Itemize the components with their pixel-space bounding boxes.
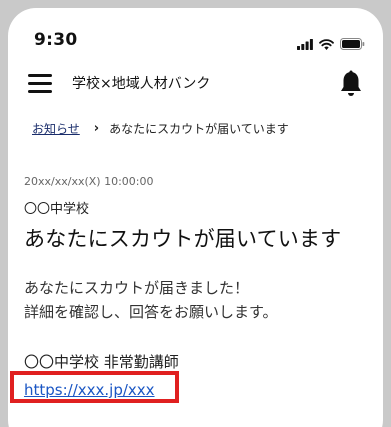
battery-icon bbox=[340, 38, 365, 50]
breadcrumb-separator: › bbox=[93, 121, 100, 136]
message-body-line: 詳細を確認し、回答をお願いします。 bbox=[24, 303, 278, 321]
breadcrumb-link-notices[interactable]: お知らせ bbox=[32, 120, 80, 138]
bell-icon[interactable] bbox=[339, 70, 363, 98]
device-frame: 9:30 学校×地域人材バンク お知らせ › あなたにスカウトが届いています 2… bbox=[0, 0, 391, 427]
phone-screen: 9:30 学校×地域人材バンク お知らせ › あなたにスカウトが届いています 2… bbox=[8, 8, 383, 427]
breadcrumb-current: あなたにスカウトが届いています bbox=[109, 122, 289, 136]
signal-icon bbox=[297, 38, 313, 50]
signature-name: 〇〇中学校 非常勤講師 bbox=[24, 353, 179, 371]
message-date: 20xx/xx/xx(X) 10:00:00 bbox=[24, 175, 154, 188]
wifi-icon bbox=[319, 38, 334, 50]
breadcrumb: お知らせ › あなたにスカウトが届いています bbox=[32, 120, 289, 138]
hamburger-menu-icon[interactable] bbox=[28, 74, 52, 93]
message-title: あなたにスカウトが届いています bbox=[24, 227, 342, 251]
message-body-line: あなたにスカウトが届きました！ bbox=[24, 279, 250, 297]
message-sender: 〇〇中学校 bbox=[24, 202, 90, 217]
message-body: あなたにスカウトが届きました！ 詳細を確認し、回答をお願いします。 bbox=[24, 276, 278, 324]
status-time: 9:30 bbox=[34, 30, 78, 50]
app-title: 学校×地域人材バンク bbox=[72, 76, 211, 92]
status-icons bbox=[291, 38, 365, 50]
signature-link[interactable]: https://xxx.jp/xxx bbox=[24, 381, 155, 399]
